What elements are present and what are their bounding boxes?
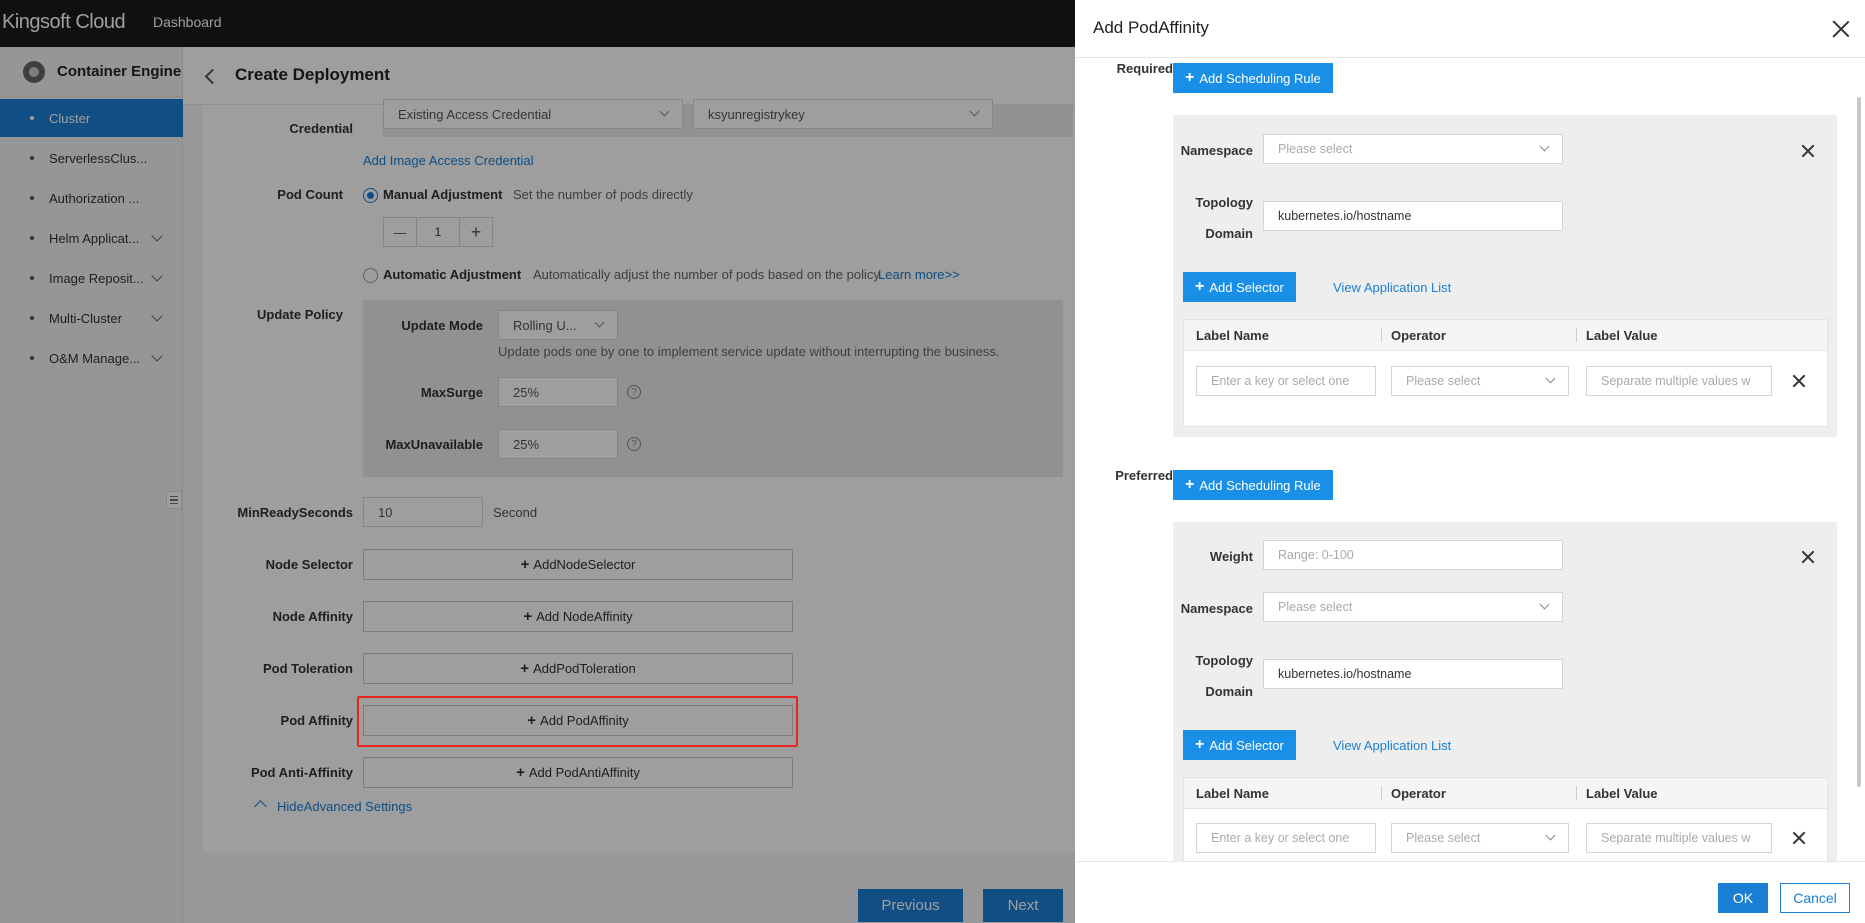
required-rule-card: Namespace Please select Topology Domain … [1173, 115, 1837, 437]
operator-select[interactable]: Please select [1391, 366, 1569, 396]
button-label: Add Scheduling Rule [1199, 477, 1321, 493]
highlight-annotation [357, 696, 798, 747]
add-pod-affinity-drawer: Add PodAffinity Required + Add Schedulin… [1075, 0, 1865, 923]
close-icon[interactable] [1830, 18, 1852, 40]
col-label-name: Label Name [1196, 328, 1269, 343]
remove-rule-icon[interactable] [1800, 549, 1816, 565]
topology-domain-input[interactable]: kubernetes.io/hostname [1263, 659, 1563, 689]
col-operator: Operator [1391, 328, 1446, 343]
selector-table: Label Name Operator Label Value Enter a … [1183, 777, 1828, 861]
selector-table: Label Name Operator Label Value Enter a … [1183, 319, 1828, 427]
namespace-placeholder: Please select [1278, 600, 1353, 614]
label-key-input[interactable]: Enter a key or select one [1196, 366, 1376, 396]
col-label-value: Label Value [1586, 328, 1658, 343]
topology-label: Topology [1195, 195, 1253, 210]
chevron-down-icon [1545, 830, 1556, 841]
column-divider [1381, 328, 1382, 342]
cancel-button[interactable]: Cancel [1780, 883, 1850, 913]
domain-label: Domain [1205, 684, 1253, 699]
table-header: Label Name Operator Label Value [1184, 320, 1827, 351]
plus-icon: + [1185, 69, 1195, 86]
operator-select[interactable]: Please select [1391, 823, 1569, 853]
col-label-name: Label Name [1196, 786, 1269, 801]
add-preferred-rule-button[interactable]: + Add Scheduling Rule [1173, 470, 1333, 500]
operator-placeholder: Please select [1406, 831, 1481, 845]
button-label: Add Selector [1209, 737, 1284, 753]
plus-icon: + [1195, 278, 1205, 295]
required-label: Required [1116, 61, 1173, 76]
button-label: Add Scheduling Rule [1199, 70, 1321, 86]
namespace-select[interactable]: Please select [1263, 134, 1563, 164]
view-application-list-link[interactable]: View Application List [1333, 280, 1451, 295]
preferred-label: Preferred [1115, 468, 1173, 483]
namespace-select[interactable]: Please select [1263, 592, 1563, 622]
remove-selector-icon[interactable] [1791, 373, 1807, 389]
plus-icon: + [1185, 476, 1195, 493]
chevron-down-icon [1545, 373, 1556, 384]
scrollbar-thumb[interactable] [1857, 97, 1861, 787]
weight-input[interactable]: Range: 0-100 [1263, 540, 1563, 570]
namespace-label: Namespace [1180, 601, 1253, 616]
topology-domain-input[interactable]: kubernetes.io/hostname [1263, 201, 1563, 231]
chevron-down-icon [1539, 599, 1550, 610]
col-label-value: Label Value [1586, 786, 1658, 801]
label-key-input[interactable]: Enter a key or select one [1196, 823, 1376, 853]
label-value-input[interactable]: Separate multiple values w [1586, 823, 1772, 853]
column-divider [1576, 786, 1577, 800]
domain-label: Domain [1205, 226, 1253, 241]
column-divider [1576, 328, 1577, 342]
plus-icon: + [1195, 736, 1205, 753]
ok-button[interactable]: OK [1718, 883, 1768, 913]
remove-selector-icon[interactable] [1791, 830, 1807, 846]
add-required-rule-button[interactable]: + Add Scheduling Rule [1173, 63, 1333, 93]
column-divider [1381, 786, 1382, 800]
add-selector-button[interactable]: + Add Selector [1183, 272, 1296, 302]
weight-label: Weight [1209, 549, 1253, 564]
topology-label: Topology [1195, 653, 1253, 668]
operator-placeholder: Please select [1406, 374, 1481, 388]
remove-rule-icon[interactable] [1800, 143, 1816, 159]
chevron-down-icon [1539, 141, 1550, 152]
namespace-placeholder: Please select [1278, 142, 1353, 156]
drawer-title: Add PodAffinity [1093, 18, 1209, 37]
table-header: Label Name Operator Label Value [1184, 778, 1827, 809]
button-label: Add Selector [1209, 279, 1284, 295]
label-value-input[interactable]: Separate multiple values w [1586, 366, 1772, 396]
preferred-rule-card: Weight Range: 0-100 Namespace Please sel… [1173, 522, 1837, 861]
drawer-scrollbar[interactable] [1856, 57, 1862, 862]
col-operator: Operator [1391, 786, 1446, 801]
namespace-label: Namespace [1180, 143, 1253, 158]
drawer-body: Required + Add Scheduling Rule Namespace… [1075, 57, 1865, 862]
view-application-list-link[interactable]: View Application List [1333, 738, 1451, 753]
add-selector-button[interactable]: + Add Selector [1183, 730, 1296, 760]
modal-overlay[interactable] [0, 0, 1075, 923]
